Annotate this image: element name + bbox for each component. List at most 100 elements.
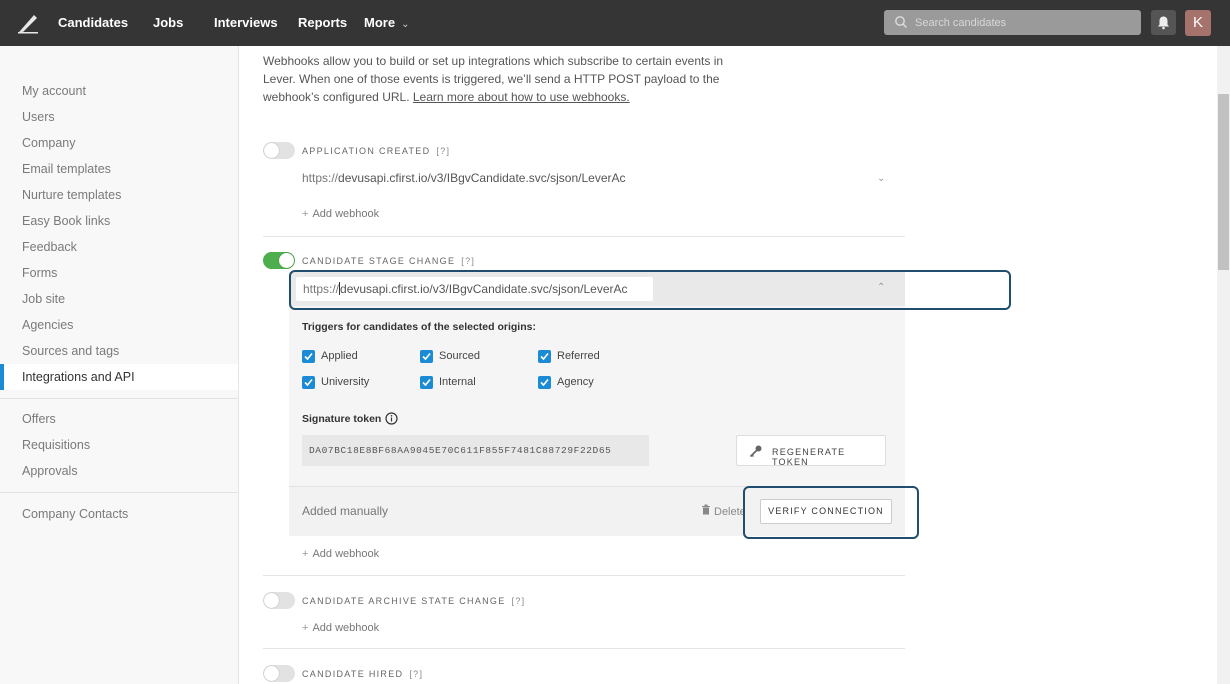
checkbox-internal[interactable] [420,376,433,389]
sidebar-item-nurture-templates[interactable]: Nurture templates [22,188,121,202]
sidebar-item-easy-book-links[interactable]: Easy Book links [22,214,110,228]
section-divider [263,575,905,576]
sidebar-item-approvals[interactable]: Approvals [22,464,78,478]
nav-reports[interactable]: Reports [298,15,347,30]
checkbox-label: Applied [321,350,358,362]
application-created-url-row[interactable]: https://devusapi.cfirst.io/v3/IBgvCandid… [302,171,882,195]
check-icon [540,352,549,361]
highlight-frame [743,486,919,539]
sidebar-active-indicator [0,364,4,390]
plus-icon: + [302,622,309,634]
section-title-text: CANDIDATE STAGE CHANGE [302,256,456,266]
checkbox-applied[interactable] [302,350,315,363]
lever-logo-icon[interactable] [16,11,40,35]
checkbox-label: Agency [557,376,594,388]
key-icon [749,445,762,458]
add-webhook-label: Add webhook [312,208,380,220]
add-webhook-link[interactable]: + Add webhook [302,622,379,634]
section-title-text: APPLICATION CREATED [302,146,431,156]
checkbox-label: Sourced [439,350,480,362]
checkbox-sourced[interactable] [420,350,433,363]
added-manually-label: Added manually [302,504,389,518]
regenerate-token-button[interactable]: REGENERATE TOKEN [736,435,886,467]
checkbox-label: Referred [557,350,600,362]
check-icon [304,378,313,387]
add-webhook-label: Add webhook [312,622,380,634]
nav-more[interactable]: More ⌄ [364,15,409,30]
toggle-knob [264,143,279,158]
notifications-button[interactable] [1151,10,1176,35]
candidate-stage-change-toggle[interactable] [263,252,295,269]
check-icon [422,352,431,361]
toggle-knob [264,593,279,608]
help-link[interactable]: [?] [512,596,526,606]
sidebar-item-company[interactable]: Company [22,136,76,150]
checkbox-label: University [321,376,370,388]
sidebar-item-agencies[interactable]: Agencies [22,318,73,332]
section-title-text: CANDIDATE ARCHIVE STATE CHANGE [302,596,506,606]
scrollbar-thumb[interactable] [1218,94,1229,270]
checkbox-label: Internal [439,376,476,388]
url-prefix: https:// [302,171,339,185]
sidebar-item-my-account[interactable]: My account [22,84,86,98]
application-created-title: APPLICATION CREATED [?] [302,146,450,156]
signature-token-title: Signature token [302,413,382,425]
check-icon [540,378,549,387]
add-webhook-link[interactable]: + Add webhook [302,548,379,560]
chevron-down-icon[interactable]: ⌄ [877,173,885,184]
sidebar-item-feedback[interactable]: Feedback [22,240,77,254]
add-webhook-link[interactable]: + Add webhook [302,208,379,220]
trash-icon [702,504,710,515]
info-icon[interactable] [385,412,398,425]
signature-token-value: DA07BC18E8BF68AA9045E70C611F855F7481C887… [302,435,649,466]
chevron-down-icon: ⌄ [401,19,410,30]
delete-webhook-link[interactable]: Delete [701,504,745,518]
settings-sidebar: My account Users Company Email templates… [0,46,239,684]
main-content: Webhooks allow you to build or set up in… [239,46,1217,684]
plus-icon: + [302,208,309,220]
bell-icon [1158,16,1169,30]
checkbox-referred[interactable] [538,350,551,363]
user-avatar[interactable]: K [1185,10,1211,36]
help-link[interactable]: [?] [461,256,475,266]
section-title-text: CANDIDATE HIRED [302,669,404,679]
sidebar-divider [0,492,238,493]
highlight-frame [289,270,1011,310]
help-link[interactable]: [?] [436,146,450,156]
plus-icon: + [302,548,309,560]
sidebar-item-requisitions[interactable]: Requisitions [22,438,90,452]
nav-candidates[interactable]: Candidates [58,15,128,30]
candidate-archive-state-change-title: CANDIDATE ARCHIVE STATE CHANGE [?] [302,596,525,606]
nav-more-label: More [364,15,396,30]
toggle-knob [279,253,294,268]
candidate-archive-state-change-toggle[interactable] [263,592,295,609]
sidebar-item-users[interactable]: Users [22,110,55,124]
search-icon [895,16,907,28]
sidebar-item-job-site[interactable]: Job site [22,292,65,306]
checkbox-agency[interactable] [538,376,551,389]
candidate-hired-toggle[interactable] [263,665,295,682]
sidebar-item-company-contacts[interactable]: Company Contacts [22,507,128,521]
application-created-toggle[interactable] [263,142,295,159]
help-link[interactable]: [?] [409,669,423,679]
sidebar-item-sources-and-tags[interactable]: Sources and tags [22,344,119,358]
page-scrollbar[interactable] [1217,46,1230,684]
checkbox-university[interactable] [302,376,315,389]
sidebar-item-forms[interactable]: Forms [22,266,57,280]
triggers-title: Triggers for candidates of the selected … [302,321,536,333]
sidebar-item-email-templates[interactable]: Email templates [22,162,111,176]
learn-more-link[interactable]: Learn more about how to use webhooks. [413,90,630,104]
search-input[interactable] [915,13,1135,32]
sidebar-item-integrations-and-api[interactable]: Integrations and API [22,370,135,384]
webhooks-intro: Webhooks allow you to build or set up in… [263,52,753,106]
nav-jobs[interactable]: Jobs [153,15,183,30]
sidebar-item-offers[interactable]: Offers [22,412,56,426]
nav-interviews[interactable]: Interviews [214,15,278,30]
check-icon [422,378,431,387]
delete-label: Delete [714,506,745,518]
check-icon [304,352,313,361]
section-divider [263,648,905,649]
search-box[interactable] [884,10,1141,35]
top-navigation-bar: Candidates Jobs Interviews Reports More ⌄… [0,0,1230,46]
section-divider [263,236,905,237]
